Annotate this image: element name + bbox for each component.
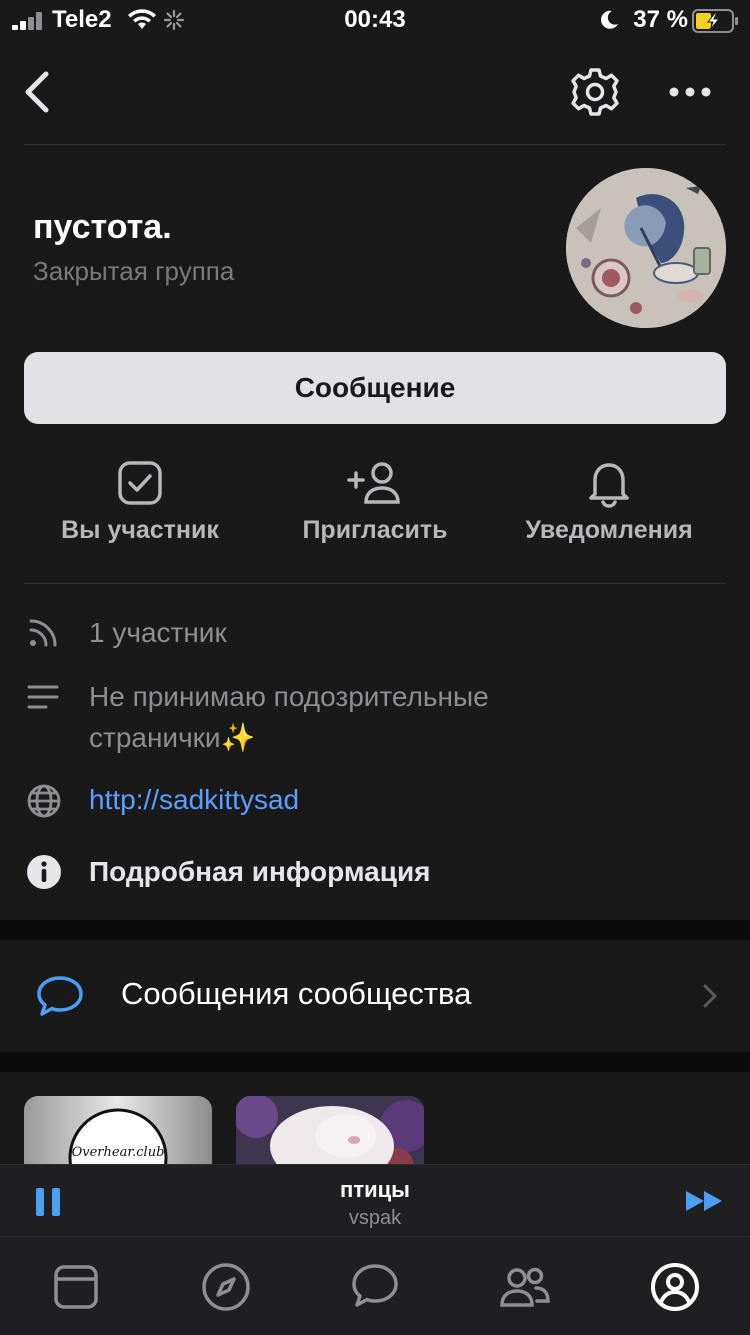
member-status-button[interactable]: Вы участник <box>23 456 257 566</box>
globe-icon <box>27 784 61 818</box>
tab-explore-compass-icon[interactable] <box>200 1261 252 1313</box>
tab-profile-icon[interactable] <box>649 1261 701 1313</box>
notifications-label: Уведомления <box>525 516 693 544</box>
bell-icon <box>589 463 629 508</box>
tab-messages-icon[interactable] <box>349 1261 401 1313</box>
back-chevron-icon[interactable] <box>22 70 52 114</box>
members-count: 1 участник <box>89 617 227 648</box>
text-lines-icon <box>27 685 59 709</box>
message-button[interactable]: Сообщение <box>24 352 726 424</box>
avatar-image <box>566 168 726 328</box>
battery-percent: 37 % <box>633 6 688 33</box>
description-line-1: Не принимаю подозрительные <box>89 681 489 712</box>
notifications-button[interactable]: Уведомления <box>492 456 726 566</box>
description-line-2: странички✨ <box>89 722 256 753</box>
section-separator-2 <box>0 1052 750 1072</box>
checkbox-icon <box>118 461 162 505</box>
community-messages-label: Сообщения сообщества <box>121 976 472 1011</box>
mini-player[interactable]: птицы vspak <box>0 1164 750 1237</box>
tab-friends-icon[interactable] <box>499 1261 551 1313</box>
invite-button[interactable]: Пригласить <box>258 456 492 566</box>
chevron-right-icon <box>703 984 717 1008</box>
moon-icon <box>601 10 618 29</box>
members-row[interactable]: 1 участник <box>26 612 726 653</box>
track-artist: vspak <box>348 1207 402 1229</box>
website-link[interactable]: http://sadkittysad <box>89 779 299 820</box>
community-messages-row[interactable]: Сообщения сообщества <box>0 940 750 1052</box>
more-ellipsis-icon[interactable] <box>668 84 712 100</box>
info-icon <box>27 855 61 889</box>
section-separator <box>0 920 750 940</box>
gear-icon[interactable] <box>569 66 621 118</box>
member-status-label: Вы участник <box>61 516 219 544</box>
add-user-icon <box>347 462 400 504</box>
skip-forward-icon[interactable] <box>684 1189 726 1213</box>
group-title: пустота. <box>33 208 172 246</box>
link-row[interactable]: http://sadkittysad <box>26 779 726 820</box>
invite-label: Пригласить <box>302 516 448 544</box>
tab-bar <box>0 1236 750 1335</box>
header-divider <box>24 144 726 145</box>
battery-icon <box>692 9 738 33</box>
status-bar: Tele2 00:43 37 % <box>0 0 750 44</box>
chat-bubble-icon <box>37 976 83 1016</box>
track-title: птицы <box>340 1177 410 1202</box>
details-row[interactable]: Подробная информация <box>26 851 726 892</box>
details-label: Подробная информация <box>89 856 431 887</box>
actions-divider <box>24 583 726 584</box>
rss-icon <box>29 619 57 647</box>
tab-feed-icon[interactable] <box>50 1261 102 1313</box>
group-avatar[interactable] <box>566 168 726 328</box>
thumb-logo-text: Overhear.club <box>72 1145 165 1160</box>
group-type: Закрытая группа <box>33 256 235 286</box>
description-row: Не принимаю подозрительные странички✨ <box>26 676 726 758</box>
